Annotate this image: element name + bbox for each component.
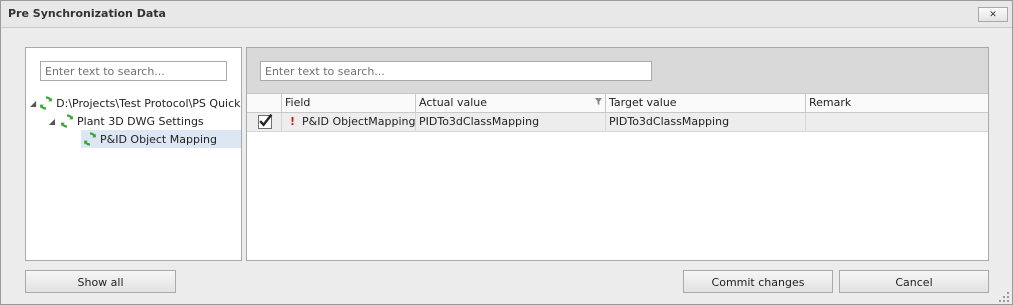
column-header-target-value[interactable]: Target value — [606, 94, 806, 113]
expand-arrow-icon[interactable]: ◢ — [30, 99, 36, 108]
sync-icon — [84, 132, 96, 146]
close-icon: ✕ — [989, 9, 997, 20]
close-button[interactable]: ✕ — [978, 7, 1008, 22]
tree-search-input[interactable] — [40, 61, 227, 81]
cancel-button[interactable]: Cancel — [839, 270, 989, 293]
table-row[interactable]: ! P&ID ObjectMapping PIDTo3dClassMapping … — [247, 113, 988, 132]
column-header-actual-value[interactable]: Actual value — [416, 94, 606, 113]
expand-arrow-icon[interactable]: ◢ — [47, 117, 57, 126]
column-header-select[interactable] — [247, 94, 282, 113]
show-all-button[interactable]: Show all — [25, 270, 176, 293]
tree-node-label: P&ID Object Mapping — [100, 132, 217, 146]
grid-column-header: Field Actual value Target value Remark — [247, 94, 988, 113]
tree-node-project[interactable]: ◢ D:\Projects\Test Protocol\PS Quick - T — [30, 94, 241, 112]
commit-changes-button[interactable]: Commit changes — [683, 270, 833, 293]
row-checkbox[interactable] — [258, 113, 273, 129]
sync-icon — [40, 96, 53, 110]
sync-icon — [61, 114, 73, 128]
resize-grip-icon[interactable] — [998, 291, 1010, 303]
dialog-title: Pre Synchronization Data — [8, 7, 166, 20]
actual-value-cell: PIDTo3dClassMapping — [416, 113, 606, 132]
warning-icon: ! — [290, 115, 296, 128]
grid-panel: Field Actual value Target value Remark !… — [246, 47, 989, 261]
grid-search-input[interactable] — [260, 61, 652, 81]
tree-node-label: Plant 3D DWG Settings — [77, 114, 204, 128]
field-value: P&ID ObjectMapping — [302, 115, 416, 128]
tree-node-label: D:\Projects\Test Protocol\PS Quick - T — [56, 96, 241, 110]
tree-node-pid-object-mapping[interactable]: P&ID Object Mapping — [81, 130, 241, 148]
column-header-field[interactable]: Field — [282, 94, 416, 113]
target-value-cell: PIDTo3dClassMapping — [606, 113, 806, 132]
field-cell: ! P&ID ObjectMapping — [282, 113, 416, 132]
tree-panel: ◢ D:\Projects\Test Protocol\PS Quick - T… — [25, 47, 242, 261]
column-header-remark[interactable]: Remark — [806, 94, 988, 113]
remark-cell — [806, 113, 988, 132]
column-header-label: Actual value — [419, 96, 488, 109]
filter-icon[interactable] — [595, 98, 602, 105]
pre-sync-dialog: Pre Synchronization Data ✕ ◢ D:\Projects… — [0, 0, 1013, 305]
tree-node-plant3d-settings[interactable]: ◢ Plant 3D DWG Settings — [47, 112, 241, 130]
select-cell — [247, 113, 282, 132]
checkmark-icon — [259, 113, 273, 127]
title-bar: Pre Synchronization Data ✕ — [1, 1, 1012, 28]
